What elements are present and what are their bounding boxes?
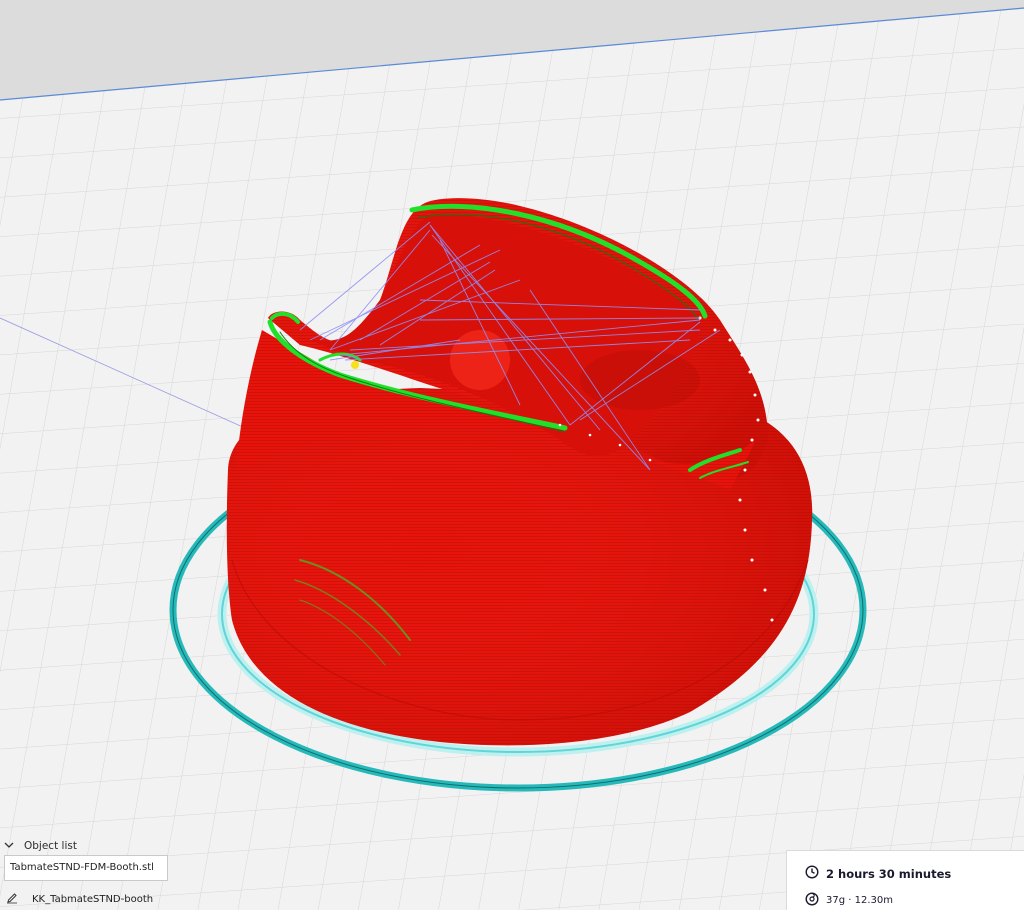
object-file-name[interactable]: TabmateSTND-FDM-Booth.stl (4, 855, 168, 881)
object-list-item[interactable]: KK_TabmateSTND-booth (6, 891, 153, 907)
print-info-panel[interactable]: 2 hours 30 minutes 37g · 12.30m (786, 850, 1024, 910)
object-list-label: Object list (24, 840, 77, 852)
pencil-icon[interactable] (6, 892, 18, 907)
material-usage-row: 37g · 12.30m (805, 892, 893, 909)
chevron-down-icon (4, 840, 14, 853)
print-time-row: 2 hours 30 minutes (805, 865, 951, 882)
clock-icon (805, 865, 819, 882)
print-time: 2 hours 30 minutes (826, 866, 952, 881)
3d-viewport[interactable] (0, 0, 1024, 910)
material-usage: 37g · 12.30m (826, 895, 893, 906)
filament-spool-icon (805, 892, 819, 909)
object-list-toggle[interactable]: Object list (4, 838, 77, 854)
object-name: KK_TabmateSTND-booth (32, 893, 154, 905)
